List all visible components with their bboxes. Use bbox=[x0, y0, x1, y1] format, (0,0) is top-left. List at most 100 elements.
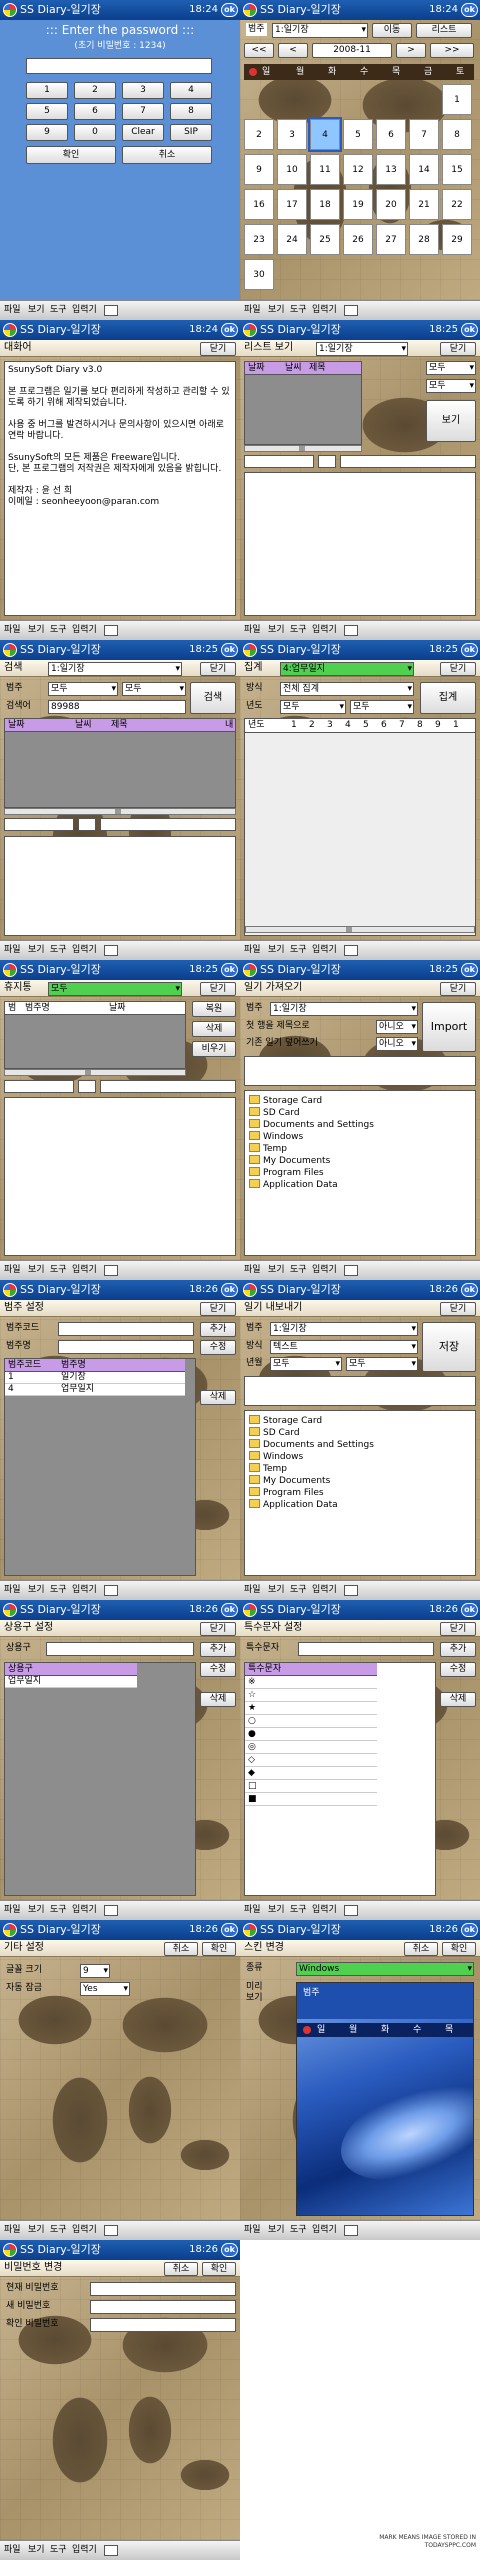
windows-start-icon[interactable] bbox=[243, 323, 257, 337]
table-row[interactable]: 4 업무일지 bbox=[5, 1384, 185, 1396]
folder-list[interactable]: Storage Card SD Card Documents and Setti… bbox=[244, 1090, 476, 1256]
menu-file[interactable]: 파일 bbox=[4, 301, 21, 320]
category-select[interactable]: 1:일기장 bbox=[316, 342, 408, 356]
category-list[interactable]: 범주코드 범주명 1 일기장 4 업무일지 bbox=[4, 1358, 196, 1576]
menu-file[interactable]: 파일 bbox=[4, 621, 21, 640]
aggregate-button[interactable]: 집계 bbox=[420, 682, 476, 714]
calendar-day[interactable]: 3 bbox=[277, 119, 307, 150]
list-item[interactable]: ◆ bbox=[245, 1768, 377, 1780]
calendar-day[interactable]: 7 bbox=[409, 119, 439, 150]
keyboard-icon[interactable] bbox=[104, 1905, 118, 1916]
menu-input[interactable]: 입력기 bbox=[72, 941, 97, 960]
ok-button[interactable]: ok bbox=[221, 3, 238, 17]
menu-tools[interactable]: 도구 bbox=[290, 1581, 307, 1600]
calendar-day[interactable]: 2 bbox=[244, 119, 274, 150]
ok-button[interactable]: ok bbox=[461, 3, 478, 17]
diary-list[interactable]: 날짜 날씨 제목 bbox=[244, 361, 362, 445]
windows-start-icon[interactable] bbox=[243, 643, 257, 657]
horizontal-scrollbar[interactable] bbox=[4, 808, 236, 815]
menu-tools[interactable]: 도구 bbox=[50, 2221, 67, 2240]
list-item[interactable]: ◇ bbox=[245, 1755, 377, 1767]
calendar-day[interactable]: 24 bbox=[277, 224, 307, 255]
code-input[interactable] bbox=[58, 1322, 194, 1336]
category-select[interactable]: 1:일기장 bbox=[48, 662, 182, 676]
calendar-day[interactable]: 5 bbox=[343, 119, 373, 150]
trash-list[interactable]: 범 범주명 날짜 bbox=[4, 1001, 186, 1069]
move-button[interactable]: 이동 bbox=[372, 23, 412, 38]
symbol-list[interactable]: 특수문자 ※ ☆ ★ ○ ● ◎ ◇ ◆ □ ■ bbox=[244, 1662, 436, 1896]
key-3[interactable]: 3 bbox=[122, 82, 164, 99]
close-button[interactable]: 닫기 bbox=[200, 342, 236, 356]
close-button[interactable]: 닫기 bbox=[440, 1302, 476, 1316]
category-select[interactable]: 1:일기장 bbox=[272, 23, 368, 38]
ok-button[interactable]: ok bbox=[461, 1923, 478, 1937]
delete-button[interactable]: 삭제 bbox=[192, 1021, 236, 1037]
add-button[interactable]: 추가 bbox=[200, 1322, 236, 1337]
ok-button[interactable]: ok bbox=[221, 1603, 238, 1617]
menu-file[interactable]: 파일 bbox=[4, 2221, 21, 2240]
calendar-day[interactable]: 23 bbox=[244, 224, 274, 255]
ok-button[interactable]: ok bbox=[221, 643, 238, 657]
ok-button[interactable]: ok bbox=[221, 323, 238, 337]
menu-file[interactable]: 파일 bbox=[4, 1581, 21, 1600]
password-input[interactable] bbox=[26, 58, 212, 74]
windows-start-icon[interactable] bbox=[3, 643, 17, 657]
calendar-day[interactable]: 12 bbox=[343, 154, 373, 185]
restore-button[interactable]: 복원 bbox=[192, 1001, 236, 1017]
calendar-day[interactable]: 1 bbox=[442, 84, 472, 115]
menu-input[interactable]: 입력기 bbox=[72, 2221, 97, 2240]
folder-item[interactable]: Storage Card bbox=[249, 1415, 322, 1426]
calendar-day[interactable]: 30 bbox=[244, 259, 274, 290]
keyboard-icon[interactable] bbox=[104, 305, 118, 316]
empty-button[interactable]: 비우기 bbox=[192, 1041, 236, 1057]
calendar-day[interactable]: 18 bbox=[310, 189, 340, 220]
menu-file[interactable]: 파일 bbox=[4, 941, 21, 960]
category-select[interactable]: 1:일기장 bbox=[270, 1322, 418, 1336]
phrase-list[interactable]: 상용구 업무일지 bbox=[4, 1662, 196, 1896]
list-item[interactable]: ○ bbox=[245, 1716, 377, 1728]
menu-input[interactable]: 입력기 bbox=[72, 1581, 97, 1600]
filter-select-2[interactable]: 모두 bbox=[122, 682, 186, 696]
windows-start-icon[interactable] bbox=[3, 1603, 17, 1617]
skin-type-select[interactable]: Windows bbox=[296, 1962, 474, 1976]
key-4[interactable]: 4 bbox=[170, 82, 212, 99]
close-button[interactable]: 닫기 bbox=[440, 1622, 476, 1636]
menu-tools[interactable]: 도구 bbox=[290, 621, 307, 640]
windows-start-icon[interactable] bbox=[243, 963, 257, 977]
menu-input[interactable]: 입력기 bbox=[72, 301, 97, 320]
calendar-day[interactable]: 10 bbox=[277, 154, 307, 185]
key-2[interactable]: 2 bbox=[74, 82, 116, 99]
menu-input[interactable]: 입력기 bbox=[72, 1261, 97, 1280]
menu-view[interactable]: 보기 bbox=[268, 1581, 285, 1600]
calendar-day[interactable]: 15 bbox=[442, 154, 472, 185]
delete-button[interactable]: 삭제 bbox=[200, 1390, 236, 1405]
menu-tools[interactable]: 도구 bbox=[50, 621, 67, 640]
menu-view[interactable]: 보기 bbox=[268, 621, 285, 640]
prev-month-button[interactable]: < bbox=[278, 43, 308, 58]
sip-button[interactable]: SIP bbox=[170, 124, 212, 141]
calendar-day[interactable]: 29 bbox=[442, 224, 472, 255]
menu-tools[interactable]: 도구 bbox=[290, 1901, 307, 1920]
auto-lock-select[interactable]: Yes bbox=[80, 1982, 130, 1996]
edit-button[interactable]: 수정 bbox=[440, 1662, 476, 1677]
calendar-day[interactable]: 26 bbox=[343, 224, 373, 255]
folder-item[interactable]: SD Card bbox=[249, 1427, 300, 1438]
menu-view[interactable]: 보기 bbox=[268, 1901, 285, 1920]
folder-item[interactable]: Windows bbox=[249, 1451, 303, 1462]
add-button[interactable]: 추가 bbox=[200, 1642, 236, 1657]
windows-start-icon[interactable] bbox=[243, 1283, 257, 1297]
folder-item[interactable]: Application Data bbox=[249, 1499, 338, 1510]
folder-list[interactable]: Storage Card SD Card Documents and Setti… bbox=[244, 1410, 476, 1576]
confirm-password-input[interactable] bbox=[90, 2318, 236, 2332]
next-month-button[interactable]: > bbox=[396, 43, 426, 58]
windows-start-icon[interactable] bbox=[3, 963, 17, 977]
folder-item[interactable]: Program Files bbox=[249, 1167, 324, 1178]
cancel-button[interactable]: 취소 bbox=[404, 1942, 438, 1956]
import-button[interactable]: Import bbox=[422, 1002, 476, 1052]
ok-button[interactable]: ok bbox=[461, 323, 478, 337]
menu-view[interactable]: 보기 bbox=[268, 301, 285, 320]
folder-item[interactable]: SD Card bbox=[249, 1107, 300, 1118]
keyboard-icon[interactable] bbox=[104, 625, 118, 636]
keyboard-icon[interactable] bbox=[344, 305, 358, 316]
confirm-button[interactable]: 확인 bbox=[26, 146, 116, 164]
